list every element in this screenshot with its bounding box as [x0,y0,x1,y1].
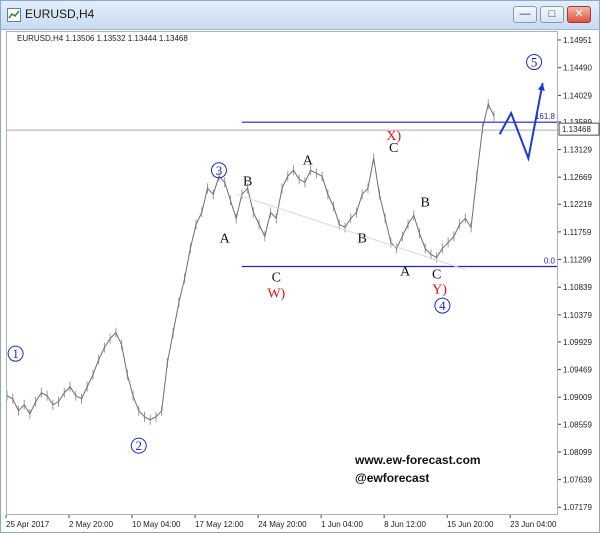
fib-level-label: 161.8 [535,112,556,121]
wave-label-impulse: 1 [12,346,19,361]
wave-label-sub: A [303,153,314,168]
projection-path [498,82,544,162]
y-tick-label: 1.12669 [563,173,592,182]
chart-window: EURUSD,H4 — □ ✕ 161.8 0.0 1 2 3 4 5 A B C W) A B C X)… [0,0,600,533]
price-axis: 1.14951 1.14490 1.14029 1.13589 1.13129 1.126… [558,36,600,512]
wave-label-sub: C [272,271,281,286]
wave-label-sub: C [432,268,441,283]
x-tick-label: 10 May 04:00 [132,520,181,529]
y-tick-label: 1.13589 [563,118,592,127]
x-tick-label: 15 Jun 20:00 [447,520,494,529]
symbol-info: EURUSD,H4 1.13506 1.13532 1.13444 1.1346… [17,34,188,43]
fib-level-label: 0.0 [544,256,556,265]
wave-label-impulse: 3 [216,163,223,178]
y-tick-label: 1.09009 [563,393,592,402]
wave-label-corrective: W) [267,287,285,302]
x-tick-label: 1 Jun 04:00 [321,520,363,529]
close-button[interactable]: ✕ [567,6,591,23]
price-series-layer [7,99,495,425]
minimize-button[interactable]: — [513,6,537,23]
close-icon: ✕ [574,8,584,20]
wave-label-impulse: 5 [531,55,538,70]
wave-label-sub: B [243,174,252,189]
y-tick-label: 1.10379 [563,311,592,320]
y-tick-label: 1.14029 [563,91,592,100]
maximize-button[interactable]: □ [540,6,564,23]
wave-label-impulse: 2 [136,438,143,453]
maximize-icon: □ [548,8,556,20]
x-tick-label: 23 Jun 04:00 [510,520,557,529]
y-tick-label: 1.09469 [563,366,592,375]
wave-annotations: 12345ABCW)ABCX)ABCY) [7,54,543,454]
price-line [7,102,495,421]
wave-label-sub: B [358,231,367,246]
x-tick-label: 17 May 12:00 [195,520,244,529]
y-tick-label: 1.12219 [563,200,592,209]
current-price-badge [558,122,600,136]
y-tick-label: 1.14951 [563,36,592,45]
x-tick-label: 2 May 20:00 [69,520,114,529]
wave-label-corrective: Y) [432,283,447,298]
overlay-layer [7,82,559,270]
y-tick-label: 1.08559 [563,420,592,429]
y-tick-label: 1.07639 [563,476,592,485]
minimize-icon: — [519,8,531,20]
y-tick-label: 1.09929 [563,338,592,347]
window-title: EURUSD,H4 [25,7,95,21]
time-axis: 25 Apr 2017 2 May 20:00 10 May 04:00 17 May… [5,515,557,529]
price-chart[interactable]: 161.80.0 12345ABCW)ABCX)ABCY) EURUSD,H4 … [7,32,559,516]
chart-area[interactable]: 161.8 0.0 1 2 3 4 5 A B C W) A B C X) A B C Y) EURUSD,H4 … [6,31,559,516]
title-bar[interactable]: EURUSD,H4 — □ ✕ [1,1,599,30]
watermark-website: www.ew-forecast.com [354,453,481,467]
wave-label-corrective: X) [386,129,401,144]
y-tick-label: 1.07179 [563,503,592,512]
current-price-label: 1.13468 [562,125,591,134]
projection-arrowhead [537,83,545,91]
wave-label-sub: A [400,265,411,280]
x-tick-label: 8 Jun 12:00 [384,520,426,529]
y-tick-label: 1.08099 [563,448,592,457]
y-tick-label: 1.10839 [563,283,592,292]
wave-label-sub: A [220,231,231,246]
y-tick-label: 1.11759 [563,228,592,237]
chart-icon [7,8,21,22]
watermark-handle: @ewforecast [355,471,429,485]
trendline [236,193,466,270]
x-tick-label: 25 Apr 2017 [6,520,50,529]
wave-label-sub: B [421,195,430,210]
x-tick-label: 24 May 20:00 [258,520,307,529]
y-tick-label: 1.13129 [563,146,592,155]
y-tick-label: 1.14490 [563,64,592,73]
wave-label-impulse: 4 [439,298,446,313]
y-tick-label: 1.11299 [563,256,592,265]
